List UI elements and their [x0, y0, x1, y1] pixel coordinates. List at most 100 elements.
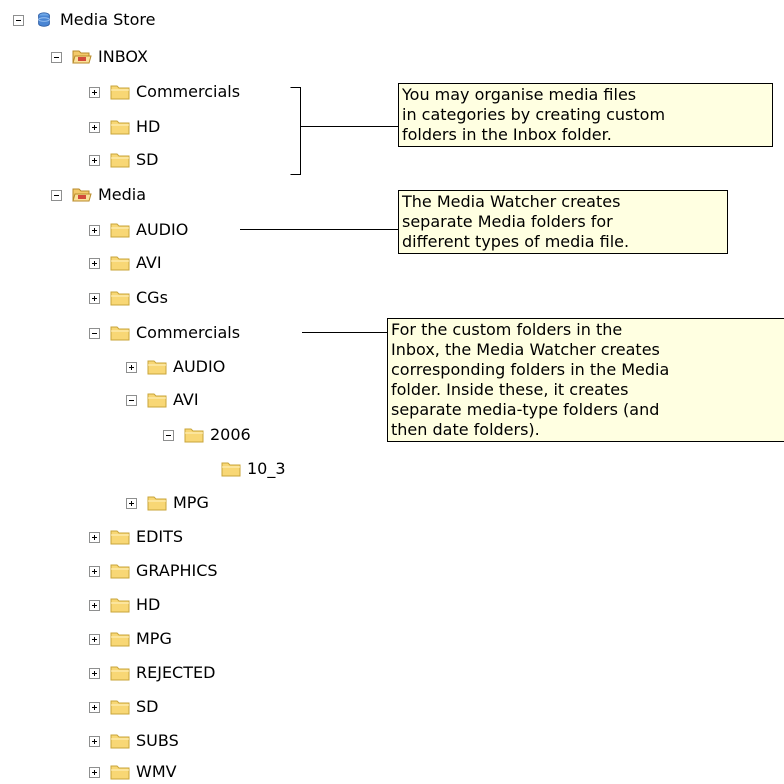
tree-node-sd[interactable]: SD: [89, 695, 158, 719]
expand-toggle[interactable]: [89, 531, 100, 543]
callout-line: You may organise media files: [402, 85, 637, 104]
tree-node-media[interactable]: Media: [51, 183, 146, 207]
expand-toggle[interactable]: [89, 599, 100, 611]
folder-icon: [110, 291, 130, 306]
folder-icon: [184, 428, 204, 443]
expand-toggle[interactable]: [126, 361, 137, 373]
tree-node-label: GRAPHICS: [136, 561, 218, 580]
folder-icon: [110, 326, 130, 341]
folder-icon: [110, 734, 130, 749]
tree-node-label: MPG: [173, 493, 209, 512]
tree-node-rejected[interactable]: REJECTED: [89, 661, 215, 685]
callout-custom-folders: For the custom folders in the Inbox, the…: [387, 318, 784, 442]
tree-node-label: 10_3: [247, 459, 286, 478]
expand-toggle[interactable]: [89, 224, 100, 236]
tree-node-label: WMV: [136, 762, 177, 781]
tree-node-label: Commercials: [136, 82, 241, 101]
expand-toggle[interactable]: [89, 735, 100, 747]
expand-toggle[interactable]: [89, 701, 100, 713]
callout-line: then date folders).: [391, 420, 540, 439]
tree-node-label: AUDIO: [173, 357, 226, 376]
tree-node-subs[interactable]: SUBS: [89, 729, 179, 753]
tree-node-avi[interactable]: AVI: [89, 251, 162, 275]
folder-icon: [110, 223, 130, 238]
tree-node-label: HD: [136, 595, 161, 614]
tree-node-label: SUBS: [136, 731, 179, 750]
tree-node-label: AVI: [136, 253, 162, 272]
tree-node-mpg[interactable]: MPG: [89, 627, 172, 651]
tree-node-label: Media Store: [60, 10, 156, 29]
tree-node-label: 2006: [210, 425, 251, 444]
tree-node-commercials-avi[interactable]: AVI: [126, 388, 199, 412]
expand-toggle[interactable]: [89, 121, 100, 133]
tree-node-label: HD: [136, 117, 161, 136]
folder-icon: [110, 666, 130, 681]
callout-line: separate media-type folders (and: [391, 400, 660, 419]
callout-line: For the custom folders in the: [391, 320, 623, 339]
folder-icon: [147, 360, 167, 375]
tree-node-date-10-3[interactable]: 10_3: [200, 457, 286, 481]
callout-line: folders in the Inbox folder.: [402, 125, 612, 144]
callout-line: different types of media file.: [402, 232, 630, 251]
tree-node-graphics[interactable]: GRAPHICS: [89, 559, 218, 583]
collapse-toggle[interactable]: [51, 51, 62, 63]
folder-icon: [110, 700, 130, 715]
folder-icon: [110, 765, 130, 780]
tree-node-inbox-commercials[interactable]: Commercials: [89, 80, 240, 104]
callout-inbox-folders: You may organise media files in categori…: [398, 83, 773, 147]
expand-toggle[interactable]: [89, 667, 100, 679]
tree-node-inbox-hd[interactable]: HD: [89, 115, 160, 139]
tree-node-label: SD: [136, 150, 159, 169]
expand-toggle[interactable]: [89, 154, 100, 166]
tree-node-label: Media: [98, 185, 147, 204]
folder-icon: [147, 496, 167, 511]
folder-icon: [110, 85, 130, 100]
callout-line: folder. Inside these, it creates: [391, 380, 629, 399]
expand-toggle[interactable]: [89, 766, 100, 778]
tree-node-cgs[interactable]: CGs: [89, 286, 168, 310]
callout-line: Inbox, the Media Watcher creates: [391, 340, 660, 359]
tree-node-label: INBOX: [98, 47, 148, 66]
folder-icon: [110, 256, 130, 271]
expand-toggle[interactable]: [89, 86, 100, 98]
tree-node-hd[interactable]: HD: [89, 593, 160, 617]
tree-node-audio[interactable]: AUDIO: [89, 218, 188, 242]
collapse-toggle[interactable]: [51, 189, 62, 201]
folder-icon: [110, 530, 130, 545]
expand-toggle[interactable]: [89, 292, 100, 304]
tree-node-commercials-audio[interactable]: AUDIO: [126, 355, 225, 379]
collapse-toggle[interactable]: [126, 394, 137, 406]
collapse-toggle[interactable]: [13, 14, 24, 26]
tree-node-label: REJECTED: [136, 663, 216, 682]
expand-toggle[interactable]: [126, 497, 137, 509]
callout-line: in categories by creating custom: [402, 105, 666, 124]
tree-node-label: CGs: [136, 288, 168, 307]
expand-toggle[interactable]: [89, 633, 100, 645]
open-folder-icon: [72, 50, 92, 64]
folder-icon: [110, 598, 130, 613]
tree-node-label: EDITS: [136, 527, 184, 546]
folder-icon: [110, 632, 130, 647]
tree-node-year-2006[interactable]: 2006: [163, 423, 251, 447]
tree-node-label: Commercials: [136, 323, 241, 342]
tree-node-inbox[interactable]: INBOX: [51, 45, 148, 69]
expand-toggle[interactable]: [89, 565, 100, 577]
tree-node-media-store[interactable]: Media Store: [13, 8, 155, 32]
tree-node-inbox-sd[interactable]: SD: [89, 148, 158, 172]
folder-icon: [110, 564, 130, 579]
callout-line: The Media Watcher creates: [402, 192, 621, 211]
callout-line: corresponding folders in the Media: [391, 360, 670, 379]
tree-node-edits[interactable]: EDITS: [89, 525, 183, 549]
inbox-bracket: [290, 87, 301, 175]
collapse-toggle[interactable]: [89, 327, 100, 339]
tree-node-label: AVI: [173, 390, 199, 409]
folder-icon: [110, 120, 130, 135]
database-icon: [38, 12, 50, 27]
tree-node-label: SD: [136, 697, 159, 716]
expand-toggle[interactable]: [89, 257, 100, 269]
folder-icon: [110, 153, 130, 168]
tree-node-commercials-mpg[interactable]: MPG: [126, 491, 209, 515]
collapse-toggle[interactable]: [163, 429, 174, 441]
tree-node-wmv[interactable]: WMV: [89, 760, 177, 784]
tree-node-commercials[interactable]: Commercials: [89, 321, 240, 345]
